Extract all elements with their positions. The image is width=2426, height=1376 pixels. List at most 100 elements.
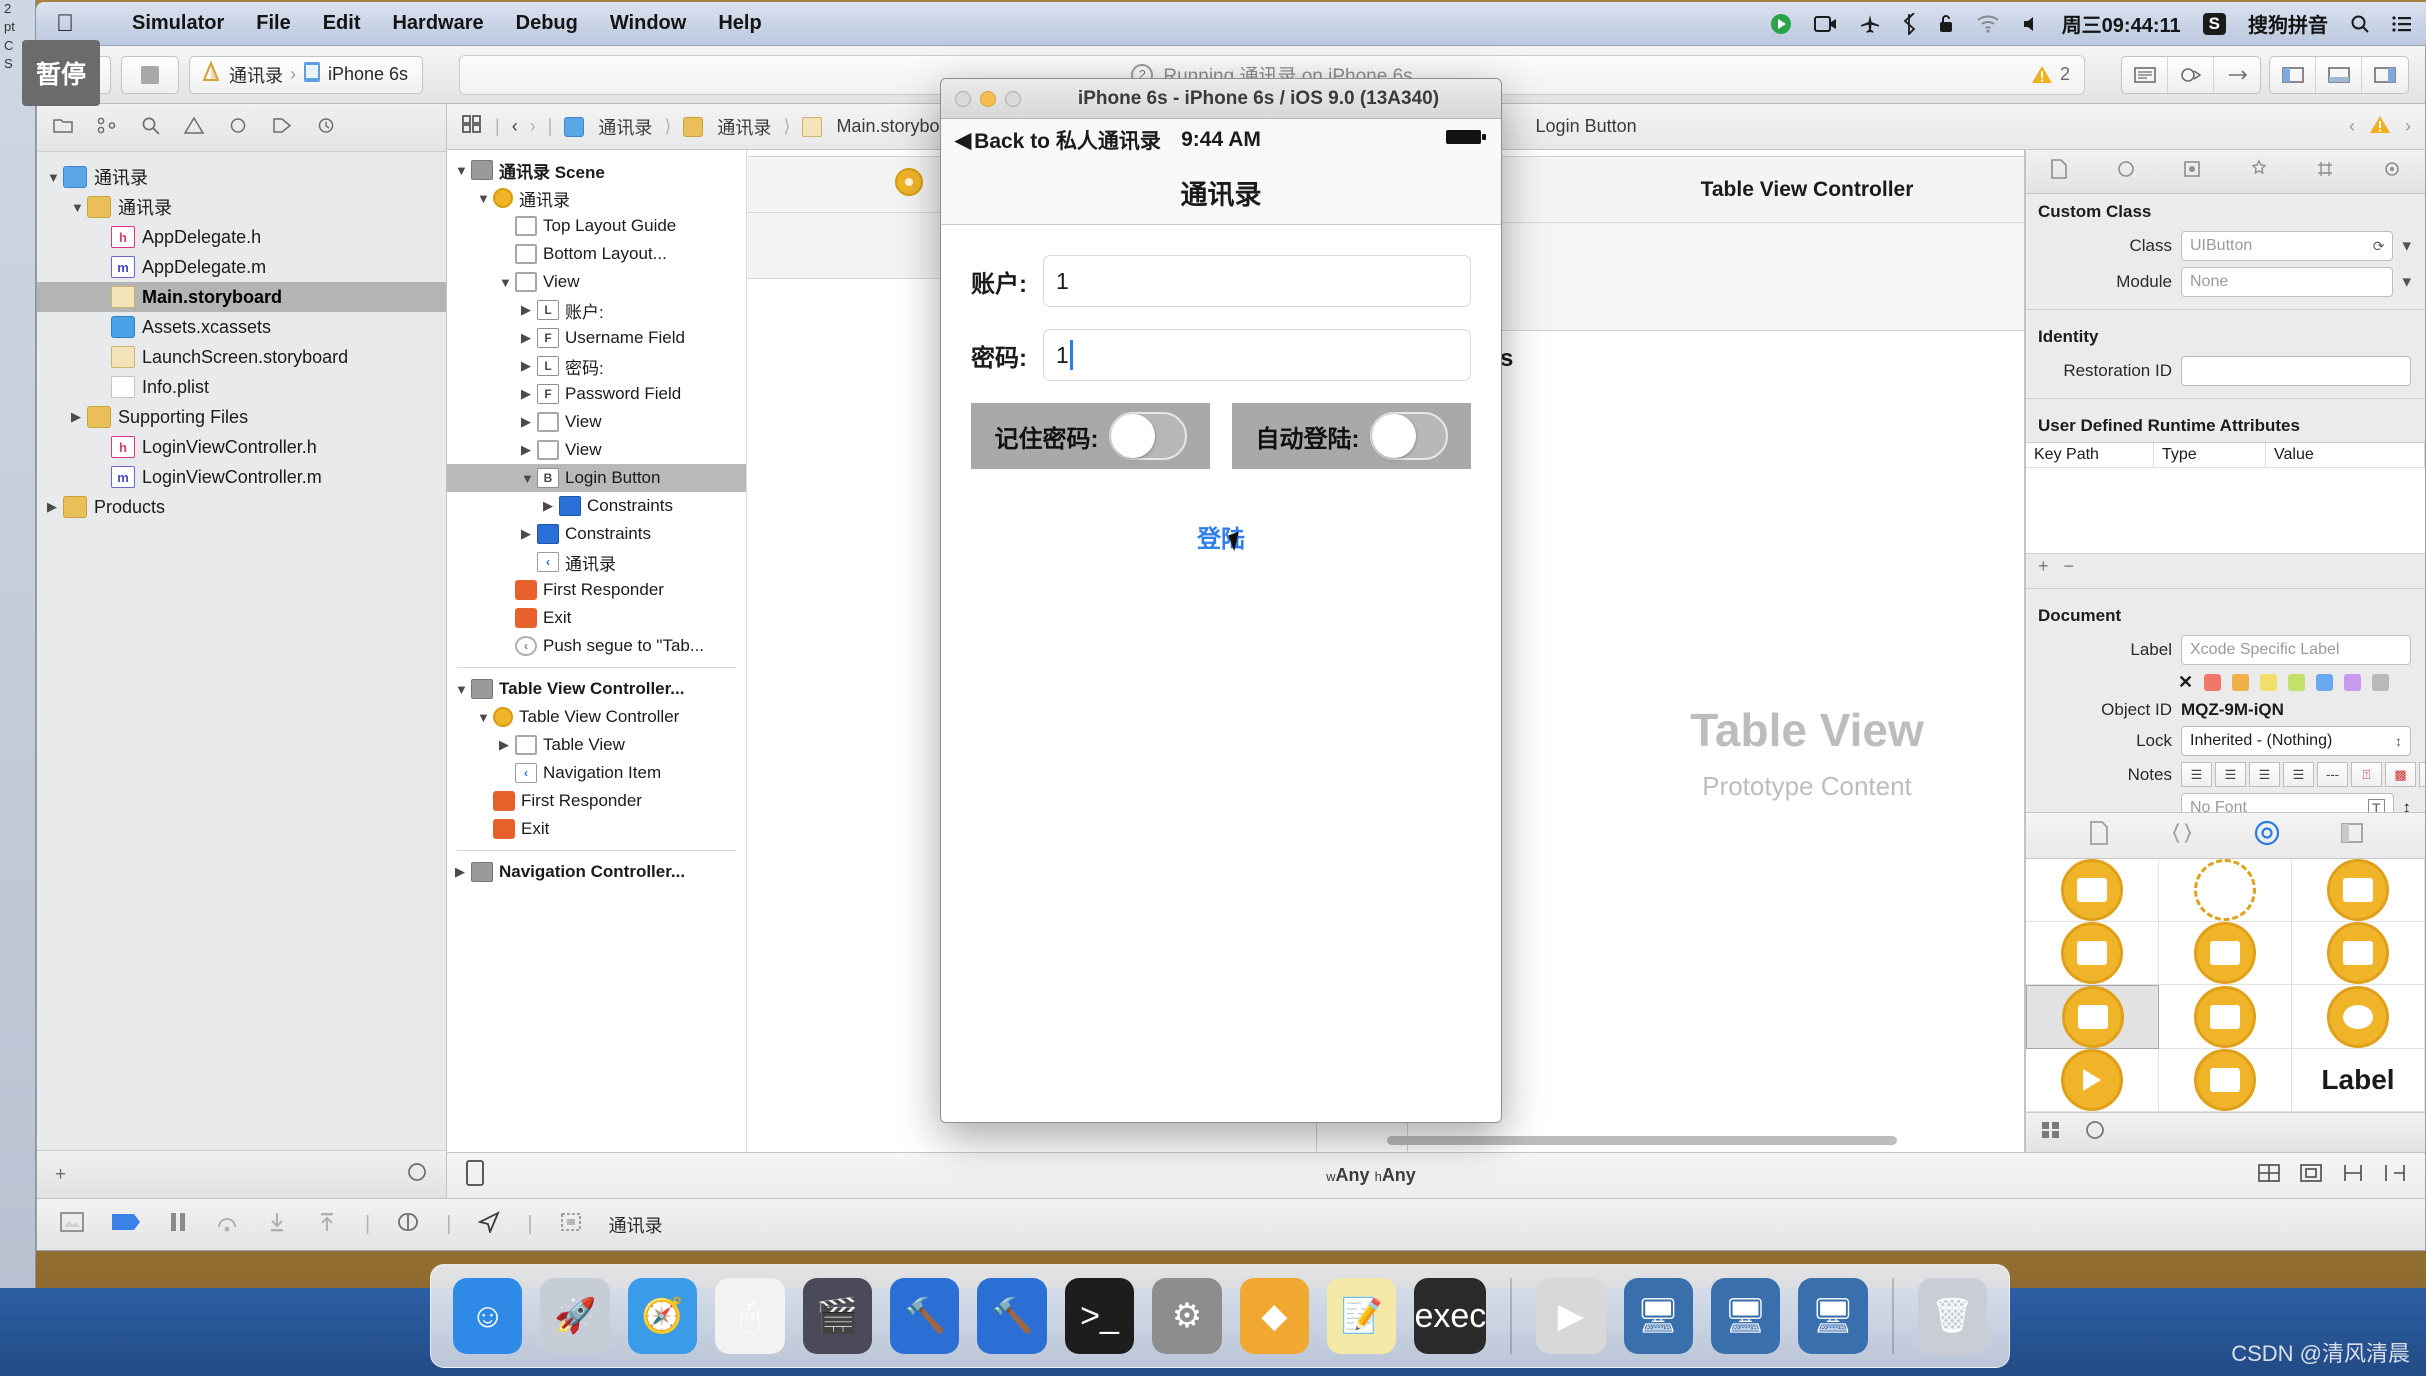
swatch-purple[interactable]	[2344, 674, 2362, 691]
camera-icon[interactable]	[1813, 15, 1838, 33]
ime-label[interactable]: 搜狗拼音	[2248, 9, 2328, 38]
disclosure-triangle-icon[interactable]: ▼	[47, 170, 63, 185]
outline-row[interactable]: ▼ B Login Button	[447, 464, 746, 492]
disclosure-triangle-icon[interactable]: ▼	[499, 275, 515, 290]
swatch-gray[interactable]	[2372, 674, 2390, 691]
step-into-icon[interactable]	[265, 1211, 289, 1239]
dock-item-media-player[interactable]: ▶	[1536, 1278, 1606, 1354]
search-icon[interactable]	[2350, 14, 2370, 34]
ime-badge[interactable]: S	[2202, 12, 2226, 35]
pause-icon[interactable]	[167, 1211, 189, 1239]
media-library-icon[interactable]	[2340, 822, 2364, 850]
utilities-toggle-icon[interactable]	[2362, 57, 2408, 93]
swatch-yellow[interactable]	[2260, 674, 2278, 691]
file-template-library-icon[interactable]	[2088, 820, 2110, 851]
add-attribute-button[interactable]: +	[2038, 556, 2049, 576]
align-left-icon[interactable]: ☰	[2181, 762, 2212, 787]
menu-hardware[interactable]: Hardware	[392, 12, 483, 35]
lock-icon[interactable]	[1938, 14, 1954, 34]
outline-row[interactable]: ‹ 通讯录	[447, 548, 746, 576]
dock-item-mouse-app[interactable]: 🖱	[715, 1278, 785, 1354]
library-item[interactable]: Label	[2292, 1049, 2425, 1112]
version-editor-icon[interactable]	[2214, 57, 2260, 93]
standard-editor-icon[interactable]	[2122, 56, 2168, 93]
runtime-attributes-table[interactable]	[2026, 468, 2425, 554]
document-color-swatches[interactable]: ✕	[2026, 668, 2425, 697]
document-label-field[interactable]: Xcode Specific Label	[2181, 635, 2411, 665]
error-icon[interactable]	[228, 117, 248, 139]
object-library-icon[interactable]	[2254, 820, 2280, 852]
outline-row[interactable]: ▶ L 账户:	[447, 296, 746, 324]
disclosure-triangle-icon[interactable]: ▶	[521, 526, 537, 542]
outline-row[interactable]: Top Layout Guide	[447, 212, 746, 240]
text-color-icon[interactable]: ▩	[2385, 762, 2416, 787]
outline-row[interactable]: ▼ 通讯录	[447, 184, 746, 212]
dock-item-quicktime[interactable]: 🎬	[802, 1278, 873, 1354]
size-class-label[interactable]: wAny hAny	[1326, 1165, 1416, 1186]
module-dropdown-icon[interactable]: ▾	[2402, 272, 2411, 292]
attributes-inspector-icon[interactable]	[2250, 159, 2268, 184]
document-outline[interactable]: ▼ 通讯录 Scene ▼ 通讯录 Top Layout Guide Bottom Lay…	[447, 150, 747, 1152]
notes-font-field[interactable]: No Font T	[2181, 793, 2394, 812]
issue-count[interactable]: 2	[2031, 64, 2070, 85]
ios-login-button[interactable]: 登陆	[971, 519, 1471, 554]
navigator-row[interactable]: Main.storyboard	[37, 282, 446, 312]
disclosure-triangle-icon[interactable]: ▶	[521, 302, 537, 318]
identity-inspector-icon[interactable]	[2183, 159, 2201, 184]
dock-item-finder[interactable]: ☺	[453, 1278, 523, 1354]
outline-row[interactable]: Bottom Layout...	[447, 240, 746, 268]
outline-row[interactable]: ▼ Table View Controller	[447, 703, 746, 731]
remove-attribute-button[interactable]: −	[2064, 556, 2075, 576]
step-out-icon[interactable]	[315, 1211, 339, 1239]
disclosure-triangle-icon[interactable]: ▶	[455, 864, 471, 880]
assistant-editor-icon[interactable]	[2168, 56, 2214, 93]
connections-inspector-icon[interactable]	[2383, 159, 2401, 184]
navigator-row[interactable]: m LoginViewController.m	[37, 462, 446, 492]
dash-icon[interactable]: ---	[2317, 762, 2348, 787]
dock-item-notes[interactable]: 📝	[1327, 1278, 1397, 1354]
apple-icon[interactable]: 	[56, 11, 74, 36]
menu-debug[interactable]: Debug	[516, 12, 578, 35]
outline-row[interactable]: ‹ Navigation Item	[447, 759, 746, 787]
jumpbar-back-icon[interactable]: ‹	[512, 116, 518, 137]
disclosure-triangle-icon[interactable]: ▶	[71, 409, 87, 425]
airplane-icon[interactable]	[1860, 14, 1880, 34]
class-dropdown-icon[interactable]: ▾	[2402, 236, 2411, 256]
library-item[interactable]	[2292, 859, 2425, 922]
breadcrumb-item-0[interactable]: 通讯录	[564, 114, 652, 140]
navigator-row[interactable]: h LoginViewController.h	[37, 432, 446, 462]
outline-row[interactable]: First Responder	[447, 787, 746, 815]
align-justify-icon[interactable]: ☰	[2283, 762, 2314, 787]
outline-row[interactable]: ▶ F Password Field	[447, 380, 746, 408]
navigator-row[interactable]: ▶ Products	[37, 492, 446, 522]
autolayout-buttons[interactable]	[2257, 1162, 2407, 1189]
jumpbar-forward-icon[interactable]: ›	[530, 116, 536, 137]
bluetooth-icon[interactable]	[1902, 12, 1916, 35]
navigator-row[interactable]: Assets.xcassets	[37, 312, 446, 342]
outline-row[interactable]: Exit	[447, 815, 746, 843]
warning-icon[interactable]	[183, 116, 205, 139]
dock-item-xcode[interactable]: 🔨	[890, 1278, 960, 1354]
class-field[interactable]: UIButton ⟳	[2181, 231, 2394, 261]
disclosure-triangle-icon[interactable]: ▶	[47, 499, 63, 515]
clear-color-icon[interactable]: ✕	[2178, 672, 2193, 693]
library-item[interactable]	[2292, 922, 2425, 985]
library-item[interactable]	[2159, 922, 2292, 985]
library-item[interactable]	[2026, 859, 2159, 922]
breadcrumb-item-1[interactable]: 通讯录	[683, 114, 771, 140]
navigator-row[interactable]: m AppDelegate.m	[37, 252, 446, 282]
pin-icon[interactable]	[2299, 1162, 2323, 1189]
debug-process-label[interactable]: 通讯录	[609, 1212, 663, 1238]
password-input[interactable]: 1	[1043, 329, 1471, 381]
dock-item-launchpad[interactable]: 🚀	[540, 1278, 610, 1354]
dock-item-executable[interactable]: exec	[1414, 1278, 1487, 1354]
auto-login-group[interactable]: 自动登陆:	[1232, 403, 1471, 469]
outline-row[interactable]: First Responder	[447, 576, 746, 604]
dock-item-safari[interactable]: 🧭	[627, 1278, 698, 1354]
dock-item-trash[interactable]: 🗑	[1917, 1278, 1987, 1354]
font-picker-icon[interactable]: T	[2367, 799, 2385, 812]
issue-prev-icon[interactable]: ‹	[2349, 116, 2355, 137]
dock-item-terminal[interactable]: >_	[1064, 1278, 1135, 1354]
lock-select[interactable]: Inherited - (Nothing) ↕	[2181, 726, 2411, 756]
lock-stepper-icon[interactable]: ↕	[2395, 733, 2402, 749]
